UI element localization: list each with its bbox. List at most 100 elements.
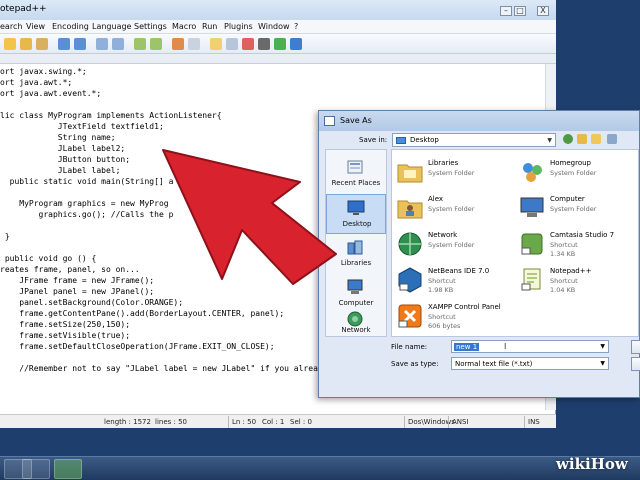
dialog-title-bar[interactable]: Save As (319, 111, 639, 131)
network-icon (398, 232, 422, 256)
taskbar (0, 456, 640, 480)
save-in-dropdown[interactable]: Desktop ▼ (392, 133, 556, 147)
cut-icon[interactable] (4, 38, 16, 50)
file-item[interactable]: Network System Folder (396, 228, 518, 262)
stop-macro-icon[interactable] (258, 38, 270, 50)
file-type: System Folder (550, 205, 597, 213)
find-icon[interactable] (96, 38, 108, 50)
file-type: System Folder (428, 169, 475, 177)
zoom-out-icon[interactable] (150, 38, 162, 50)
xampp-icon (398, 304, 422, 328)
file-item[interactable]: Notepad++ Shortcut 1.04 KB (518, 264, 640, 298)
menu-encoding[interactable]: Encoding (52, 22, 89, 31)
libraries-icon (347, 240, 363, 255)
menu-language[interactable]: Language (92, 22, 131, 31)
file-type: Shortcut (428, 277, 456, 285)
place-recent-places[interactable]: Recent Places (326, 154, 386, 194)
sync-icon[interactable] (172, 38, 184, 50)
new-folder-icon[interactable] (591, 134, 601, 144)
text-cursor-icon: I (504, 342, 507, 351)
wrap-icon[interactable] (188, 38, 200, 50)
file-item[interactable]: Libraries System Folder (396, 156, 518, 190)
up-folder-icon[interactable] (577, 134, 587, 144)
back-icon[interactable] (563, 134, 573, 144)
minimize-icon[interactable]: – (500, 6, 512, 16)
file-size: 1.98 KB (428, 286, 454, 294)
view-menu-icon[interactable] (607, 134, 617, 144)
status-length: length : 1572 (104, 418, 151, 426)
file-item[interactable]: XAMPP Control Panel Shortcut 606 bytes (396, 300, 518, 334)
play-macro-icon[interactable] (274, 38, 286, 50)
paste-icon[interactable] (36, 38, 48, 50)
file-name: Camtasia Studio 7 (550, 231, 615, 239)
file-type: System Folder (428, 241, 475, 249)
whitespace-icon[interactable] (226, 38, 238, 50)
file-item[interactable]: Homegroup System Folder (518, 156, 640, 190)
desktop-folder-icon (396, 137, 406, 144)
menu-view[interactable]: View (26, 22, 45, 31)
file-item[interactable]: NetBeans IDE 7.0 Shortcut 1.98 KB (396, 264, 518, 298)
code-line: ort javax.swing.*; (0, 67, 87, 76)
menu-settings[interactable]: Settings (134, 22, 167, 31)
recent-places-icon (347, 160, 363, 174)
dialog-title: Save As (340, 116, 372, 125)
file-item[interactable]: Computer System Folder (518, 192, 640, 226)
desktop-icon (347, 200, 365, 215)
undo-icon[interactable] (58, 38, 70, 50)
place-computer[interactable]: Computer (326, 274, 386, 314)
copy-icon[interactable] (20, 38, 32, 50)
replace-icon[interactable] (112, 38, 124, 50)
taskbar-app-icon[interactable] (22, 459, 50, 479)
file-type: System Folder (428, 205, 475, 213)
menu-macro[interactable]: Macro (172, 22, 196, 31)
menu-bar: earch View Encoding Language Settings Ma… (0, 20, 556, 34)
notepad-title-bar[interactable]: otepad++ – □ X (0, 0, 556, 20)
file-name-label: File name: (391, 343, 428, 351)
menu-help[interactable]: ? (294, 22, 298, 31)
close-icon[interactable]: X (537, 6, 549, 16)
menu-plugins[interactable]: Plugins (224, 22, 253, 31)
status-mode: INS (528, 418, 540, 426)
taskbar-notepad-icon[interactable] (54, 459, 82, 479)
notepad-app-icon (324, 116, 335, 126)
file-name-value: new 1 (454, 343, 480, 351)
notepad-plus-plus-icon (521, 268, 541, 291)
file-name: Homegroup (550, 159, 592, 167)
file-name: Network (428, 231, 458, 239)
indent-icon[interactable] (210, 38, 222, 50)
file-size: 606 bytes (428, 322, 461, 330)
places-bar: Recent Places Desktop Libraries Computer… (325, 149, 387, 337)
file-type: Shortcut (428, 313, 456, 321)
place-libraries[interactable]: Libraries (326, 234, 386, 274)
status-bar: length : 1572 lines : 50 Ln : 50 Col : 1… (0, 414, 556, 428)
place-label: Desktop (342, 220, 372, 228)
camtasia-icon (521, 233, 543, 255)
save-as-type-dropdown[interactable]: Normal text file (*.txt) ▼ (451, 357, 609, 370)
file-name-input[interactable]: new 1 I ▼ (451, 340, 609, 353)
status-sel: Sel : 0 (290, 418, 312, 426)
zoom-in-icon[interactable] (134, 38, 146, 50)
file-item[interactable]: Camtasia Studio 7 Shortcut 1.34 KB (518, 228, 640, 262)
place-desktop[interactable]: Desktop (326, 194, 386, 234)
save-in-value: Desktop (410, 136, 439, 144)
redo-icon[interactable] (74, 38, 86, 50)
menu-run[interactable]: Run (202, 22, 217, 31)
file-type: System Folder (550, 169, 597, 177)
chevron-down-icon[interactable]: ▼ (600, 343, 605, 350)
record-macro-icon[interactable] (242, 38, 254, 50)
cancel-button[interactable] (631, 357, 640, 371)
file-item[interactable]: Alex System Folder (396, 192, 518, 226)
menu-search[interactable]: earch (0, 22, 22, 31)
code-line: ort java.awt.*; (0, 78, 73, 87)
maximize-icon[interactable]: □ (514, 6, 526, 16)
menu-window[interactable]: Window (258, 22, 290, 31)
user-folder-icon (397, 200, 423, 219)
netbeans-icon (398, 267, 422, 293)
save-macro-icon[interactable] (290, 38, 302, 50)
place-network[interactable]: Network (326, 311, 386, 338)
place-label: Recent Places (331, 179, 381, 187)
file-size: 1.04 KB (550, 286, 576, 294)
save-button[interactable] (631, 340, 640, 354)
status-ln: Ln : 50 (232, 418, 257, 426)
